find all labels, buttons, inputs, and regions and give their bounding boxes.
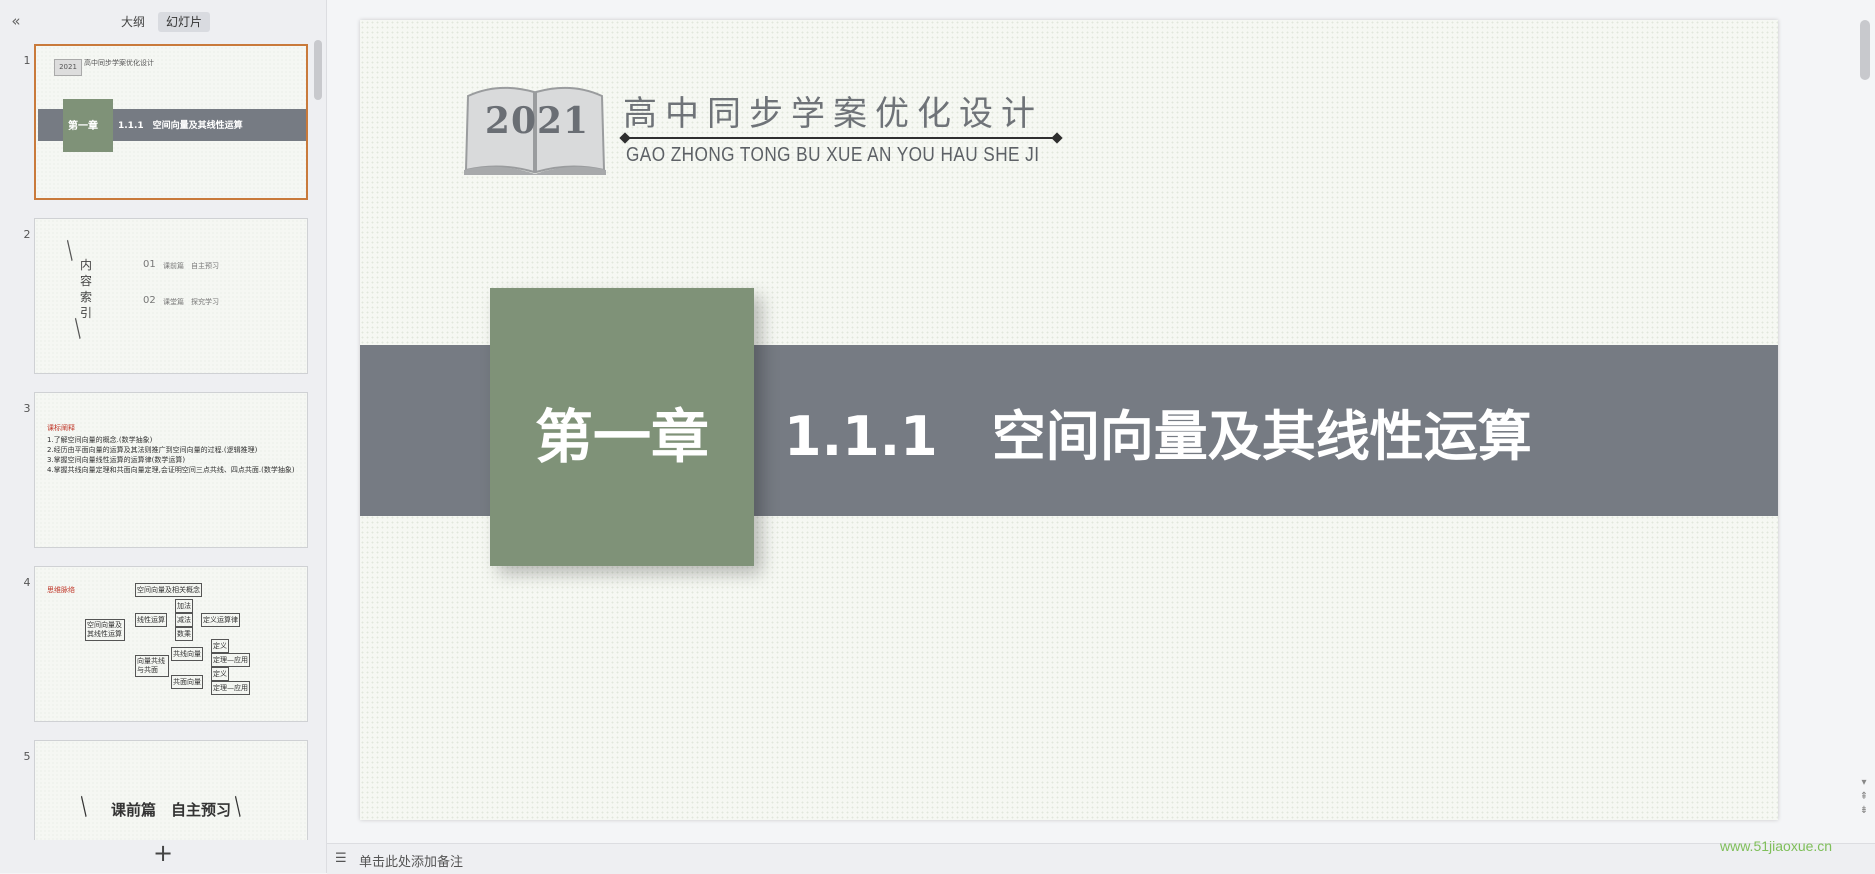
- divider-diamond: [1051, 132, 1063, 144]
- book-icon: 2021: [54, 59, 82, 76]
- add-slide-icon[interactable]: +: [150, 840, 176, 866]
- mindmap-node: 数乘: [175, 627, 193, 641]
- mindmap-node: 定理—应用: [211, 653, 250, 667]
- slide-thumbnail-4[interactable]: 思维脉络 空间向量及其线性运算 空间向量及相关概念 线性运算 加法 减法 数乘 …: [34, 566, 308, 722]
- mindmap-node: 空间向量及相关概念: [135, 583, 202, 597]
- mindmap-node: 向量共线与共面: [135, 655, 169, 677]
- notes-placeholder[interactable]: 单击此处添加备注: [359, 851, 463, 870]
- mindmap-node: 定义: [211, 667, 229, 681]
- item-text: 课前篇 自主预习: [163, 262, 219, 270]
- mindmap-node: 线性运算: [135, 613, 167, 627]
- editor-scrollbar[interactable]: [1860, 20, 1870, 80]
- thumb-chapter: 第一章: [68, 121, 98, 132]
- header-divider: [625, 137, 1057, 139]
- thumb-header: 高中同步学案优化设计: [84, 59, 154, 67]
- mindmap-node: 定理—应用: [211, 681, 250, 695]
- thumbnail-number: 4: [23, 576, 31, 589]
- tab-outline[interactable]: 大纲: [113, 12, 153, 32]
- scroll-arrows[interactable]: ▾ ⇞ ⇟: [1858, 776, 1870, 818]
- thumb-vertical-title: 内容索引: [79, 258, 92, 320]
- mindmap-node: 减法: [175, 613, 193, 627]
- slide-thumbnail-1[interactable]: 2021 高中同步学案优化设计 第一章 1.1.1 空间向量及其线性运算: [34, 44, 308, 200]
- slide-thumbnail-5[interactable]: ╱ 课前篇 自主预习 ╱: [34, 740, 308, 840]
- thumb-title: 1.1.1 空间向量及其线性运算: [118, 121, 243, 131]
- slide-thumbnail-3[interactable]: 课标阐释 1.了解空间向量的概念.(数学抽象) 2.经历由平面向量的运算及其法则…: [34, 392, 308, 548]
- mindmap-node: 加法: [175, 599, 193, 613]
- thumbnail-list: 1 2021 高中同步学案优化设计 第一章 1.1.1 空间向量及其线性运算 2…: [0, 40, 326, 840]
- notes-bar[interactable]: ☰ 单击此处添加备注: [327, 843, 1875, 874]
- slide-sidebar: « 大纲 幻灯片 1 2021 高中同步学案优化设计 第一章 1.1.1 空间向…: [0, 0, 327, 873]
- mindmap-node: 定义: [211, 639, 229, 653]
- slide-canvas[interactable]: 2021 高中同步学案优化设计 GAO ZHONG TONG BU XUE AN…: [360, 20, 1778, 820]
- mindmap-node: 定义运算律: [201, 613, 240, 627]
- thumbnail-number: 3: [23, 402, 31, 415]
- sidebar-header: « 大纲 幻灯片: [0, 0, 326, 40]
- item-text: 课堂篇 探究学习: [163, 298, 219, 306]
- pen-icon: ╱: [74, 796, 94, 817]
- item-number: 02: [143, 295, 156, 306]
- slide-title: 1.1.1 空间向量及其线性运算: [784, 405, 1532, 468]
- thumbnail-number: 5: [23, 750, 31, 763]
- thumb-title: 课前篇 自主预习: [111, 801, 232, 819]
- pen-icon: ╱: [68, 318, 88, 339]
- notes-icon: ☰: [335, 851, 347, 866]
- mindmap-root: 空间向量及其线性运算: [85, 619, 125, 641]
- tab-slides[interactable]: 幻灯片: [158, 12, 211, 32]
- slide-year: 2021: [484, 100, 590, 142]
- collapse-icon[interactable]: «: [6, 11, 26, 31]
- slide-thumbnail-2[interactable]: ╱ 内容索引 ╱ 01 课前篇 自主预习 02 课堂篇 探究学习: [34, 218, 308, 374]
- mindmap-node: 共面向量: [171, 675, 203, 689]
- pen-icon: ╱: [60, 240, 80, 261]
- item-number: 01: [143, 259, 156, 270]
- thumbnail-number: 2: [23, 228, 31, 241]
- thumb-line: 1.了解空间向量的概念.(数学抽象): [47, 436, 153, 444]
- thumb-heading: 思维脉络: [47, 586, 75, 594]
- thumb-heading: 课标阐释: [47, 424, 75, 432]
- thumb-line: 2.经历由平面向量的运算及其法则推广到空间向量的过程.(逻辑推理): [47, 446, 258, 454]
- chapter-label: 第一章: [534, 403, 709, 471]
- thumb-line: 4.掌握共线向量定理和共面向量定理,会证明空间三点共线、四点共面.(数学抽象): [47, 466, 295, 474]
- sidebar-scrollbar[interactable]: [314, 40, 322, 100]
- slide-header-title: 高中同步学案优化设计: [623, 94, 1043, 134]
- mindmap-node: 共线向量: [171, 647, 203, 661]
- watermark: www.51jiaoxue.cn: [1720, 838, 1833, 854]
- thumb-line: 3.掌握空间向量线性运算的运算律(数学运算): [47, 456, 186, 464]
- thumbnail-number: 1: [23, 54, 31, 67]
- slide-header-pinyin: GAO ZHONG TONG BU XUE AN YOU HAU SHE JI: [626, 144, 1040, 166]
